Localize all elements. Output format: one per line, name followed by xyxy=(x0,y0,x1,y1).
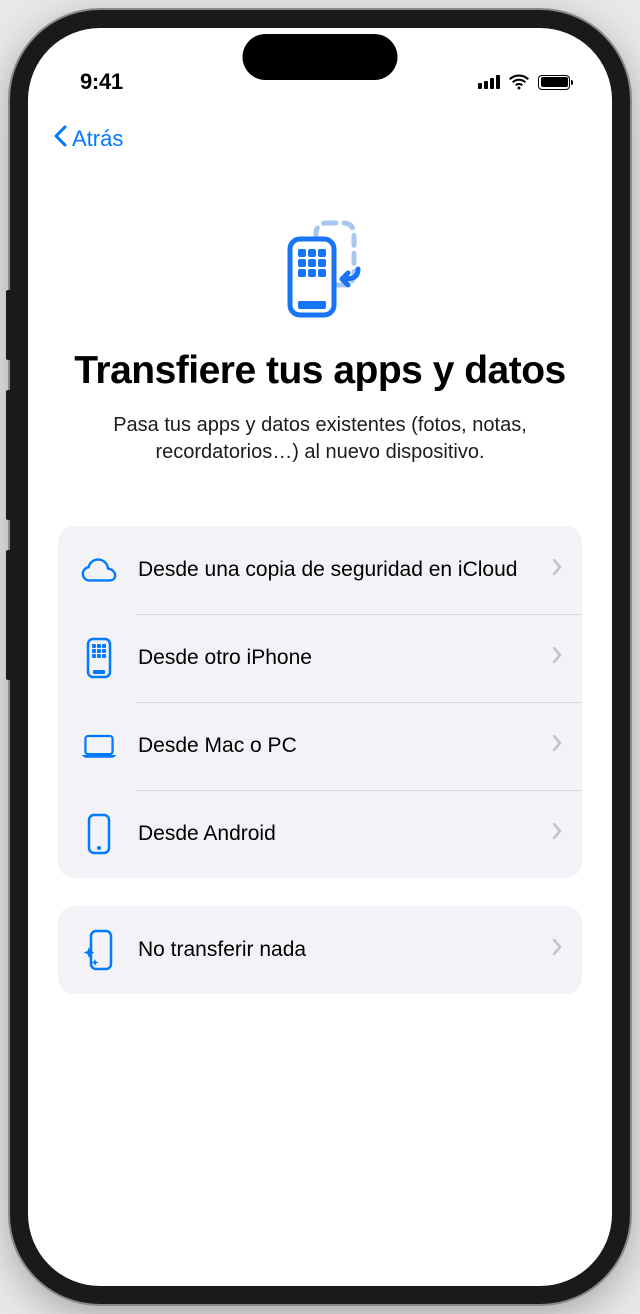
nav-bar: Atrás xyxy=(28,108,612,169)
option-from-iphone[interactable]: Desde otro iPhone xyxy=(58,614,582,702)
chevron-right-icon xyxy=(552,822,562,845)
chevron-right-icon xyxy=(552,938,562,961)
android-phone-icon xyxy=(80,815,118,853)
cloud-icon xyxy=(80,551,118,589)
option-from-mac-pc[interactable]: Desde Mac o PC xyxy=(58,702,582,790)
option-from-android[interactable]: Desde Android xyxy=(58,790,582,878)
page-title: Transfiere tus apps y datos xyxy=(58,349,582,394)
option-label: Desde una copia de seguridad en iCloud xyxy=(138,557,552,583)
content: Transfiere tus apps y datos Pasa tus app… xyxy=(28,169,612,994)
status-time: 9:41 xyxy=(80,69,123,95)
screen: 9:41 xyxy=(28,28,612,1286)
chevron-left-icon xyxy=(52,124,68,153)
option-label: Desde Android xyxy=(138,821,552,847)
option-label: No transferir nada xyxy=(138,937,552,963)
iphone-icon xyxy=(80,639,118,677)
phone-frame: 9:41 xyxy=(10,10,630,1304)
page-subtitle: Pasa tus apps y datos existentes (fotos,… xyxy=(58,412,582,466)
status-indicators xyxy=(478,74,570,90)
secondary-options-group: No transferir nada xyxy=(58,906,582,994)
back-button[interactable]: Atrás xyxy=(52,124,123,153)
transfer-options-group: Desde una copia de seguridad en iCloud xyxy=(58,526,582,878)
option-label: Desde otro iPhone xyxy=(138,645,552,671)
chevron-right-icon xyxy=(552,646,562,669)
back-label: Atrás xyxy=(72,126,123,152)
battery-icon xyxy=(538,75,570,90)
transfer-hero-icon xyxy=(58,209,582,329)
option-icloud-backup[interactable]: Desde una copia de seguridad en iCloud xyxy=(58,526,582,614)
chevron-right-icon xyxy=(552,558,562,581)
option-label: Desde Mac o PC xyxy=(138,733,552,759)
option-transfer-nothing[interactable]: No transferir nada xyxy=(58,906,582,994)
sparkle-phone-icon xyxy=(80,931,118,969)
cellular-signal-icon xyxy=(478,75,500,89)
wifi-icon xyxy=(508,74,530,90)
laptop-icon xyxy=(80,727,118,765)
dynamic-island xyxy=(243,34,398,80)
chevron-right-icon xyxy=(552,734,562,757)
